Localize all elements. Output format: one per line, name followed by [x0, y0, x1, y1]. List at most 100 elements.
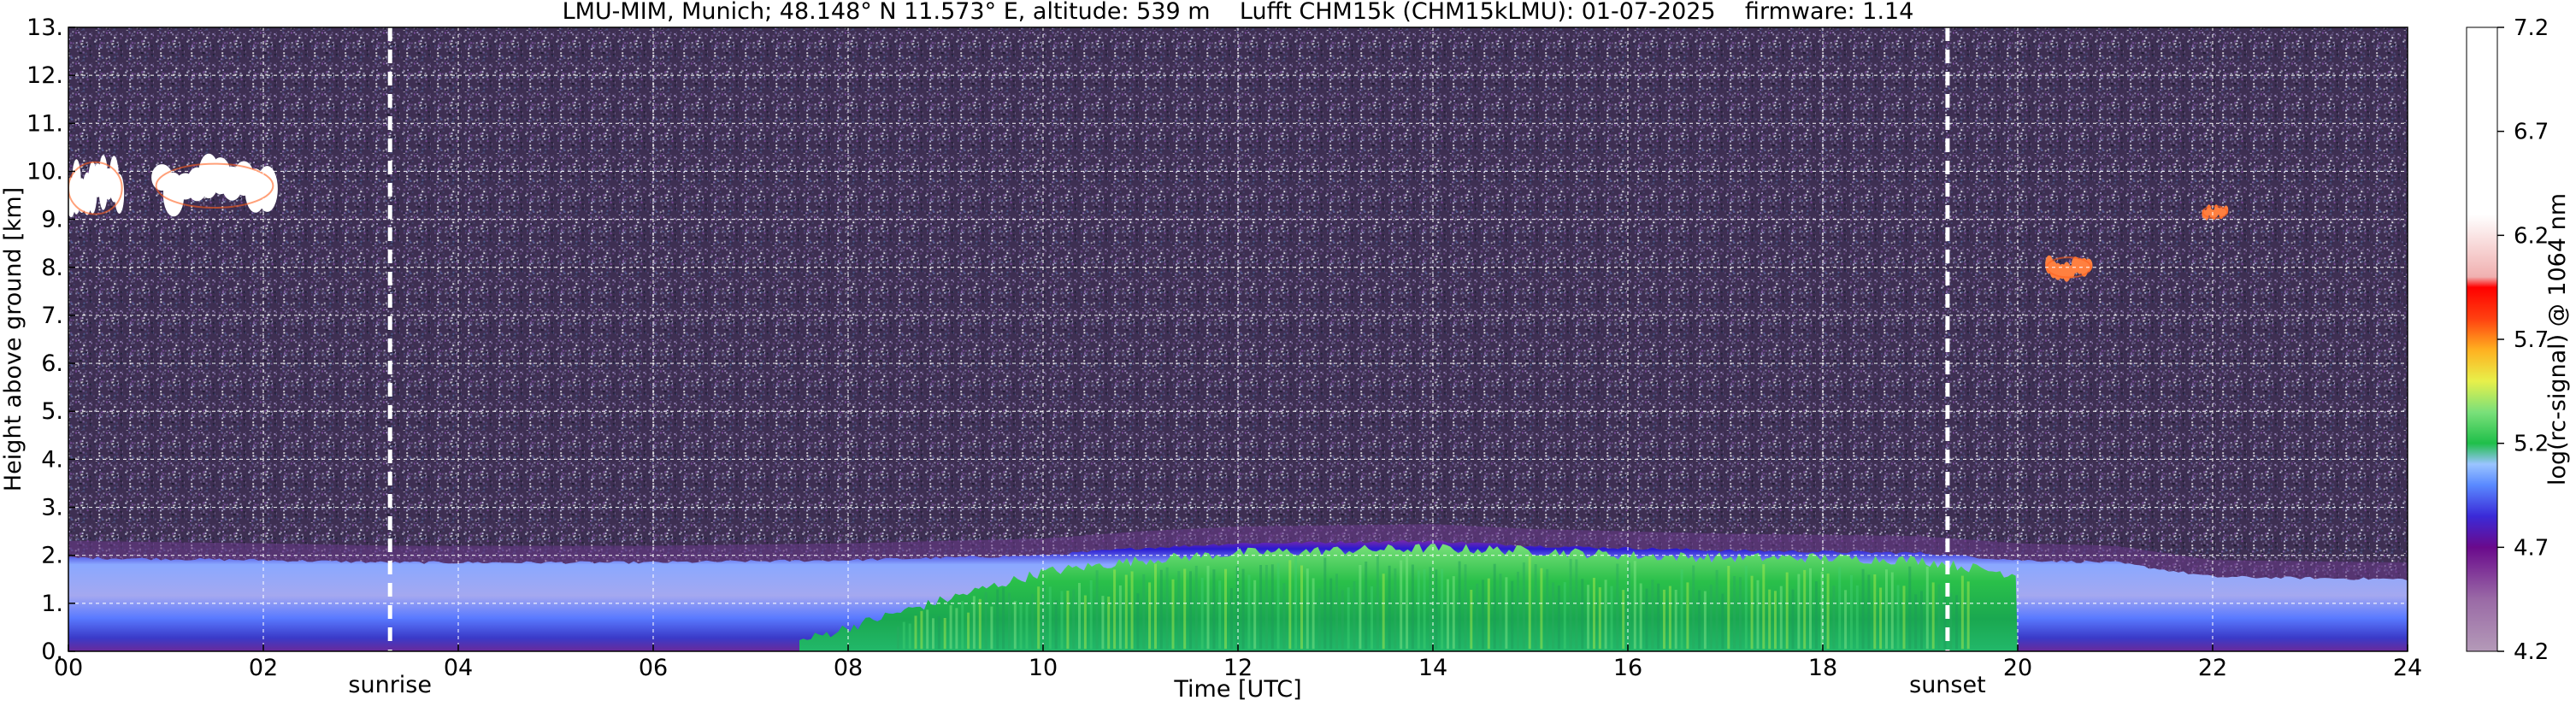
convective-streak [1247, 574, 1251, 650]
convective-streak [1359, 565, 1362, 650]
convective-streak [1920, 591, 1923, 650]
convective-streak [1095, 570, 1099, 650]
ceilometer-chart: 00 02 04 06 08 10 12 14 16 18 20 22 24 0. 1. 2. 3. 4. 5. 6… [0, 0, 2576, 706]
convective-streak [1312, 578, 1315, 650]
convective-streak [1306, 568, 1309, 650]
convective-streak [1569, 558, 1572, 650]
x-tick-label: 24 [2393, 655, 2422, 681]
convective-streak [1593, 578, 1595, 650]
convective-streak [1791, 589, 1795, 650]
x-tick-label: 10 [1029, 655, 1058, 681]
convective-streak [1159, 569, 1163, 650]
convective-streak [1581, 579, 1584, 650]
chart-title: LMU-MIM, Munich; 48.148° N 11.573° E, al… [563, 0, 1914, 25]
convective-streak [1756, 580, 1760, 650]
convective-streak [949, 605, 952, 650]
convective-streak [1639, 583, 1642, 650]
convective-streak [1194, 565, 1198, 650]
x-tick-label: 02 [249, 655, 278, 681]
x-tick-label: 08 [834, 655, 863, 681]
convective-streak [1879, 587, 1883, 650]
convective-streak [1663, 589, 1665, 650]
convective-streak [1861, 568, 1865, 650]
convective-streak [1814, 581, 1818, 650]
convective-streak [1522, 562, 1525, 650]
convective-streak [1365, 562, 1368, 650]
convective-streak [1417, 570, 1420, 650]
convective-streak [908, 623, 911, 650]
convective-streak [1949, 593, 1953, 650]
convective-streak [1727, 566, 1730, 650]
convective-streak [1686, 582, 1689, 650]
convective-streak [1844, 590, 1848, 650]
convective-streak [1066, 591, 1070, 650]
convective-streak [914, 615, 917, 650]
convective-streak [1458, 561, 1461, 650]
y-tick-label: 0. [41, 638, 63, 665]
convective-streak [1282, 583, 1286, 650]
convective-streak [1037, 586, 1040, 650]
convective-streak [1785, 572, 1789, 650]
convective-streak [1264, 565, 1268, 650]
convective-streak [1838, 567, 1842, 650]
convective-streak [1849, 574, 1853, 650]
y-tick-label: 3. [41, 495, 63, 521]
convective-streak [1809, 568, 1812, 650]
colorbar-tick-label: 4.7 [2514, 535, 2549, 561]
sunrise-label: sunrise [348, 672, 432, 698]
convective-streak [1867, 574, 1871, 650]
convective-streak [1657, 583, 1660, 650]
convective-streak [1329, 578, 1333, 650]
convective-streak [1902, 585, 1906, 650]
convective-streak [1130, 571, 1134, 650]
convective-streak [1394, 568, 1397, 650]
convective-streak [1288, 560, 1292, 650]
convective-streak [1931, 582, 1935, 650]
convective-streak [1008, 592, 1011, 650]
convective-streak [1885, 569, 1888, 650]
x-tick-label: 16 [1613, 655, 1642, 681]
convective-streak [1317, 588, 1321, 650]
y-tick-label: 2. [41, 543, 63, 569]
convective-streak [1651, 580, 1654, 650]
convective-streak [1896, 585, 1900, 650]
convective-streak [1183, 568, 1187, 650]
convective-streak [1768, 589, 1771, 650]
convective-streak [1083, 595, 1087, 650]
convective-streak [1154, 563, 1157, 650]
chart-svg: 00 02 04 06 08 10 12 14 16 18 20 22 24 0.1.2.3.4.5.6… [0, 0, 2571, 703]
convective-streak [1054, 600, 1058, 650]
colorbar-gradient-bar [2466, 26, 2498, 652]
x-tick-label: 06 [639, 655, 668, 681]
convective-streak [1025, 602, 1029, 650]
convective-streak [1937, 584, 1941, 650]
x-tick-label: 14 [1418, 655, 1447, 681]
convective-streak [1803, 569, 1807, 650]
convective-streak [1335, 574, 1338, 650]
convective-streak [1943, 597, 1947, 650]
convective-streak [1616, 563, 1619, 650]
convective-streak [1048, 586, 1052, 650]
y-tick-label: 9. [41, 207, 63, 233]
convective-streak [1890, 572, 1894, 650]
convective-streak [1165, 567, 1169, 650]
marker-labels: sunrise sunset [348, 672, 1985, 698]
convective-streak [1200, 578, 1204, 650]
convective-streak [1739, 577, 1742, 650]
convective-streak [1698, 590, 1701, 650]
convective-streak [1300, 565, 1303, 650]
y-tick-label: 7. [41, 303, 63, 329]
convective-streak [1733, 576, 1736, 650]
convective-streak [1212, 569, 1216, 650]
colorbar-label: log(rc-signal) @ 1064 nm [2544, 193, 2571, 485]
convective-streak [1341, 590, 1344, 650]
convective-streak [1224, 568, 1227, 650]
convective-streak [955, 608, 958, 650]
convective-streak [1136, 593, 1140, 650]
y-tick-label: 5. [41, 398, 63, 425]
convective-streak [1089, 580, 1093, 650]
convective-streak [897, 627, 899, 650]
convective-streak [1493, 563, 1496, 650]
convective-streak [1546, 568, 1549, 650]
convective-streak [1499, 574, 1502, 650]
